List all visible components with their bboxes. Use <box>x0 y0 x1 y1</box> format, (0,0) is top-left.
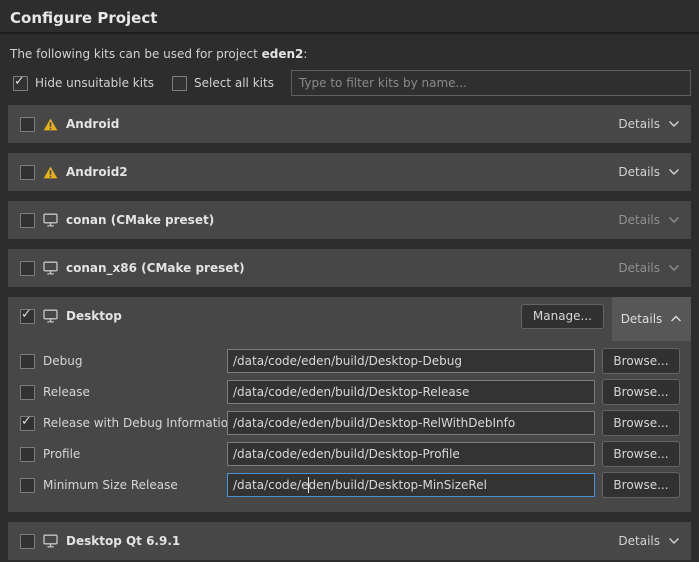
details-label: Details <box>618 534 660 548</box>
kits-description: The following kits can be used for proje… <box>10 47 689 61</box>
browse-button[interactable]: Browse... <box>602 472 680 498</box>
details-label: Details <box>621 312 663 326</box>
config-label: Release with Debug Information <box>43 416 236 430</box>
hide-unsuitable-checkbox[interactable]: ✓ <box>13 76 28 91</box>
build-dir-input[interactable] <box>227 349 595 373</box>
kit-checkbox[interactable]: ✓ <box>20 165 35 180</box>
kit-name: Android <box>66 117 119 131</box>
kit-name: conan_x86 (CMake preset) <box>66 261 245 275</box>
kit-name: conan (CMake preset) <box>66 213 214 227</box>
project-name: eden2 <box>262 47 304 61</box>
text-caret <box>308 477 309 493</box>
build-dir-input[interactable] <box>227 473 595 497</box>
kit-filter-input[interactable] <box>291 70 691 96</box>
chevron-down-icon <box>668 216 680 224</box>
desktop-icon <box>43 213 58 227</box>
browse-button[interactable]: Browse... <box>602 410 680 436</box>
config-checkbox[interactable]: ✓ <box>20 447 35 462</box>
kits-description-text: The following kits can be used for proje… <box>10 47 262 61</box>
build-config-row-profile: ✓ Profile Browse... <box>20 442 680 466</box>
build-config-row-minsizerel: ✓ Minimum Size Release Browse... <box>20 473 680 497</box>
check-icon: ✓ <box>21 414 32 429</box>
kit-list: ✓ Android Details ✓ Android2 Details <box>8 105 691 562</box>
browse-button[interactable]: Browse... <box>602 379 680 405</box>
build-dir-input[interactable] <box>227 380 595 404</box>
desktop-icon <box>43 534 58 548</box>
desktop-icon <box>43 261 58 275</box>
kit-checkbox[interactable]: ✓ <box>20 117 35 132</box>
browse-button[interactable]: Browse... <box>602 441 680 467</box>
kit-row-conan[interactable]: ✓ conan (CMake preset) Details <box>8 201 691 239</box>
hide-unsuitable-label[interactable]: Hide unsuitable kits <box>35 76 154 90</box>
config-label: Release <box>43 385 90 399</box>
kit-row-desktop-qt-691[interactable]: ✓ Desktop Qt 6.9.1 Details <box>8 522 691 560</box>
kit-checkbox[interactable]: ✓ <box>20 261 35 276</box>
kit-name: Desktop Qt 6.9.1 <box>66 534 180 548</box>
details-button[interactable]: Details <box>618 261 680 275</box>
config-checkbox[interactable]: ✓ <box>20 416 35 431</box>
chevron-down-icon <box>668 537 680 545</box>
config-checkbox[interactable]: ✓ <box>20 385 35 400</box>
config-checkbox[interactable]: ✓ <box>20 354 35 369</box>
select-all-checkbox[interactable]: ✓ <box>172 76 187 91</box>
details-button[interactable]: Details <box>618 165 680 179</box>
build-config-row-release: ✓ Release Browse... <box>20 380 680 404</box>
build-dir-input[interactable] <box>227 442 595 466</box>
details-button[interactable]: Details <box>618 117 680 131</box>
configure-project-dialog: Configure Project The following kits can… <box>0 0 699 562</box>
config-label: Minimum Size Release <box>43 478 178 492</box>
browse-button[interactable]: Browse... <box>602 348 680 374</box>
kit-row-android2[interactable]: ✓ Android2 Details <box>8 153 691 191</box>
details-label: Details <box>618 165 660 179</box>
kit-checkbox[interactable]: ✓ <box>20 309 35 324</box>
config-label: Debug <box>43 354 82 368</box>
kit-checkbox[interactable]: ✓ <box>20 213 35 228</box>
chevron-down-icon <box>668 120 680 128</box>
kit-row-desktop[interactable]: ✓ Desktop Manage... <box>8 297 691 335</box>
chevron-down-icon <box>668 264 680 272</box>
kit-name: Desktop <box>66 309 122 323</box>
check-icon: ✓ <box>14 74 25 89</box>
chevron-up-icon <box>670 315 682 323</box>
build-config-row-relwithdebinfo: ✓ Release with Debug Information Browse.… <box>20 411 680 435</box>
details-label: Details <box>618 117 660 131</box>
filter-bar: ✓ Hide unsuitable kits ✓ Select all kits <box>13 70 691 96</box>
chevron-down-icon <box>668 168 680 176</box>
kit-name: Android2 <box>66 165 128 179</box>
details-label: Details <box>618 213 660 227</box>
details-button[interactable]: Details <box>618 213 680 227</box>
config-checkbox[interactable]: ✓ <box>20 478 35 493</box>
details-button[interactable]: Details <box>618 534 680 548</box>
kit-row-conan-x86[interactable]: ✓ conan_x86 (CMake preset) Details <box>8 249 691 287</box>
warning-icon <box>43 166 58 179</box>
details-button-open[interactable]: Details <box>612 297 691 341</box>
build-dir-input[interactable] <box>227 411 595 435</box>
kit-block-desktop: ✓ Desktop Manage... Details ✓ Debug <box>8 297 691 512</box>
desktop-icon <box>43 309 58 323</box>
manage-kits-button[interactable]: Manage... <box>521 304 604 329</box>
kits-description-suffix: : <box>303 47 307 61</box>
check-icon: ✓ <box>21 307 32 322</box>
kit-checkbox[interactable]: ✓ <box>20 534 35 549</box>
build-config-row-debug: ✓ Debug Browse... <box>20 349 680 373</box>
select-all-label[interactable]: Select all kits <box>194 76 274 90</box>
details-label: Details <box>618 261 660 275</box>
kit-row-android[interactable]: ✓ Android Details <box>8 105 691 143</box>
page-title: Configure Project <box>0 0 699 34</box>
config-label: Profile <box>43 447 80 461</box>
warning-icon <box>43 118 58 131</box>
